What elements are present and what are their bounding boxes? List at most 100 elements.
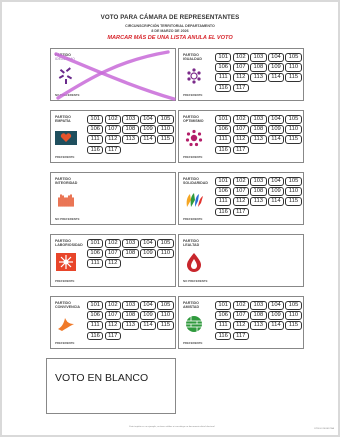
candidate-number-box[interactable]: 105 [285, 301, 302, 310]
candidate-number-box[interactable]: 102 [232, 177, 249, 186]
candidate-number-box[interactable]: 110 [285, 187, 302, 196]
candidate-number-box[interactable]: 114 [267, 197, 285, 206]
candidate-number-box[interactable]: 111 [87, 259, 104, 268]
candidate-number-box[interactable]: 102 [232, 301, 249, 310]
candidate-number-box[interactable]: 101 [87, 115, 104, 124]
candidate-number-box[interactable]: 110 [285, 63, 302, 72]
candidate-number-box[interactable]: 116 [215, 331, 232, 341]
candidate-number-box[interactable]: 107 [104, 311, 121, 320]
candidate-number-box[interactable]: 108 [250, 311, 267, 320]
candidate-number-box[interactable]: 103 [122, 301, 139, 310]
candidate-number-box[interactable]: 114 [139, 321, 157, 330]
candidate-number-box[interactable]: 112 [232, 135, 249, 144]
candidate-number-box[interactable]: 117 [104, 331, 121, 341]
candidate-number-box[interactable]: 103 [122, 115, 139, 124]
candidate-number-box[interactable]: 108 [250, 63, 267, 72]
candidate-number-box[interactable]: 103 [122, 239, 139, 248]
candidate-number-box[interactable]: 109 [267, 63, 285, 72]
candidate-number-box[interactable]: 106 [215, 311, 232, 320]
candidate-number-box[interactable]: 115 [285, 321, 302, 330]
candidate-number-box[interactable]: 114 [267, 321, 285, 330]
candidate-number-box[interactable]: 117 [232, 207, 249, 217]
candidate-number-box[interactable]: 115 [285, 73, 302, 82]
candidate-number-box[interactable]: 101 [215, 53, 232, 62]
candidate-number-box[interactable]: 105 [285, 115, 302, 124]
candidate-number-box[interactable]: 111 [215, 135, 232, 144]
candidate-number-box[interactable]: 102 [104, 301, 121, 310]
candidate-number-box[interactable]: 116 [215, 207, 232, 217]
candidate-number-box[interactable]: 107 [232, 187, 249, 196]
candidate-number-box[interactable]: 110 [157, 249, 174, 258]
candidate-number-box[interactable]: 112 [232, 321, 249, 330]
candidate-number-box[interactable]: 109 [139, 125, 157, 134]
candidate-number-box[interactable]: 112 [232, 73, 249, 82]
candidate-number-box[interactable]: 108 [250, 187, 267, 196]
candidate-number-box[interactable]: 115 [157, 135, 174, 144]
party-card-7[interactable]: PARTIDO LEALTAD NO PREFERENTE [178, 234, 304, 287]
candidate-number-box[interactable]: 116 [215, 83, 232, 93]
candidate-number-box[interactable]: 114 [267, 73, 285, 82]
candidate-number-box[interactable]: 105 [157, 115, 174, 124]
candidate-number-box[interactable]: 106 [215, 63, 232, 72]
candidate-number-box[interactable]: 110 [285, 125, 302, 134]
party-card-4[interactable]: PARTIDO INTEGRIDAD NO PREFERENTE [50, 172, 176, 225]
party-card-3[interactable]: PARTIDO OPTIMISMO 101 102 103 104 105 106 107 10… [178, 110, 304, 163]
candidate-number-box[interactable]: 110 [285, 311, 302, 320]
candidate-number-box[interactable]: 103 [250, 53, 267, 62]
candidate-number-box[interactable]: 105 [285, 177, 302, 186]
candidate-number-box[interactable]: 101 [87, 239, 104, 248]
candidate-number-box[interactable]: 111 [215, 321, 232, 330]
candidate-number-box[interactable]: 113 [250, 135, 267, 144]
candidate-number-box[interactable]: 102 [232, 53, 249, 62]
candidate-number-box[interactable]: 107 [232, 125, 249, 134]
candidate-number-box[interactable]: 106 [87, 311, 104, 320]
candidate-number-box[interactable]: 116 [215, 145, 232, 155]
candidate-number-box[interactable]: 109 [267, 125, 285, 134]
candidate-number-box[interactable]: 114 [139, 135, 157, 144]
party-card-0[interactable]: PARTIDO IDEALISMO NO PREFERENTE [50, 48, 176, 101]
candidate-number-box[interactable]: 112 [104, 135, 121, 144]
candidate-number-box[interactable]: 104 [267, 177, 285, 186]
candidate-number-box[interactable]: 112 [104, 259, 121, 268]
candidate-number-box[interactable]: 104 [139, 239, 157, 248]
candidate-number-box[interactable]: 112 [232, 197, 249, 206]
candidate-number-box[interactable]: 102 [104, 239, 121, 248]
candidate-number-box[interactable]: 105 [157, 239, 174, 248]
candidate-number-box[interactable]: 113 [250, 73, 267, 82]
candidate-number-box[interactable]: 106 [87, 249, 104, 258]
candidate-number-box[interactable]: 110 [157, 125, 174, 134]
candidate-number-box[interactable]: 101 [87, 301, 104, 310]
candidate-number-box[interactable]: 109 [267, 311, 285, 320]
candidate-number-box[interactable]: 104 [267, 53, 285, 62]
candidate-number-box[interactable]: 105 [157, 301, 174, 310]
candidate-number-box[interactable]: 104 [267, 301, 285, 310]
candidate-number-box[interactable]: 107 [232, 311, 249, 320]
candidate-number-box[interactable]: 106 [215, 125, 232, 134]
party-card-9[interactable]: PARTIDO AMISTAD 101 102 103 104 105 106 107 108 1… [178, 296, 304, 349]
candidate-number-box[interactable]: 107 [232, 63, 249, 72]
candidate-number-box[interactable]: 116 [87, 145, 104, 155]
candidate-number-box[interactable]: 107 [104, 249, 121, 258]
candidate-number-box[interactable]: 112 [104, 321, 121, 330]
candidate-number-box[interactable]: 113 [122, 321, 139, 330]
candidate-number-box[interactable]: 104 [139, 301, 157, 310]
party-card-8[interactable]: PARTIDO CONVIVENCIA 101 102 103 104 105 106 107… [50, 296, 176, 349]
candidate-number-box[interactable]: 106 [215, 187, 232, 196]
candidate-number-box[interactable]: 113 [250, 197, 267, 206]
candidate-number-box[interactable]: 113 [250, 321, 267, 330]
candidate-number-box[interactable]: 115 [285, 197, 302, 206]
candidate-number-box[interactable]: 104 [139, 115, 157, 124]
party-card-6[interactable]: PARTIDO LABORIOSIDAD 101 102 103 104 105 106 10… [50, 234, 176, 287]
candidate-number-box[interactable]: 106 [87, 125, 104, 134]
candidate-number-box[interactable]: 115 [157, 321, 174, 330]
candidate-number-box[interactable]: 101 [215, 301, 232, 310]
party-card-1[interactable]: PARTIDO IGUALDAD 101 102 103 104 105 106 107 108… [178, 48, 304, 101]
candidate-number-box[interactable]: 102 [232, 115, 249, 124]
candidate-number-box[interactable]: 103 [250, 177, 267, 186]
candidate-number-box[interactable]: 104 [267, 115, 285, 124]
candidate-number-box[interactable]: 103 [250, 115, 267, 124]
candidate-number-box[interactable]: 116 [87, 331, 104, 341]
party-card-5[interactable]: PARTIDO SOLIDARIDAD 101 102 103 104 105 106 107… [178, 172, 304, 225]
candidate-number-box[interactable]: 110 [157, 311, 174, 320]
candidate-number-box[interactable]: 101 [215, 115, 232, 124]
